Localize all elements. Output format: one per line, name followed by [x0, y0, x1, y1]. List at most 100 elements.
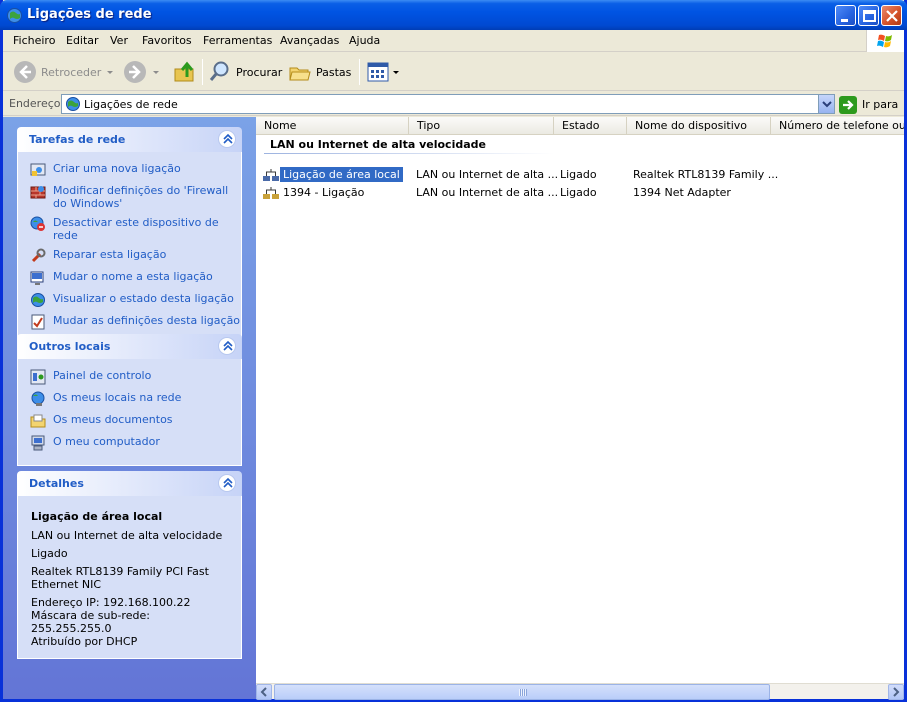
toolbar: Retroceder Procurar Pastas [3, 53, 904, 91]
place-label: O meu computador [53, 435, 160, 448]
network-tasks-header[interactable]: Tarefas de rede [17, 127, 242, 152]
network-connections-icon [7, 8, 22, 23]
close-icon [886, 10, 898, 22]
close-button[interactable] [881, 5, 902, 26]
task-firewall-settings[interactable]: Modificar definições do 'Firewall do Win… [18, 182, 241, 214]
row-name[interactable]: 1394 - Ligação [280, 186, 367, 199]
task-label: Criar uma nova ligação [53, 162, 181, 175]
new-connection-icon [30, 163, 46, 176]
horizontal-scrollbar[interactable] [256, 683, 904, 700]
task-label: Reparar esta ligação [53, 248, 167, 261]
firewall-icon [30, 186, 46, 199]
details-device-line1: Realtek RTL8139 Family PCI Fast [31, 565, 209, 578]
column-header-status[interactable]: Estado [554, 117, 627, 135]
address-label: Endereço [9, 97, 61, 110]
task-view-status[interactable]: Visualizar o estado desta ligação [18, 290, 241, 312]
menu-bar: Ficheiro Editar Ver Favoritos Ferramenta… [3, 30, 904, 52]
other-places-panel: Outros locais Painel de controlo Os meus… [17, 334, 242, 466]
address-input[interactable]: Ligações de rede [61, 94, 835, 114]
menu-help[interactable]: Ajuda [349, 34, 380, 47]
title-bar[interactable]: Ligações de rede [0, 0, 907, 30]
explorer-window: Ligações de rede Ficheiro Editar Ver Fav… [0, 0, 907, 702]
forward-button[interactable] [123, 58, 159, 86]
settings-icon [31, 314, 45, 330]
task-rename-connection[interactable]: Mudar o nome a esta ligação [18, 268, 241, 290]
task-label: Mudar as definições desta ligação [53, 314, 241, 327]
back-arrow-icon [14, 61, 36, 83]
row-device: 1394 Net Adapter [633, 186, 731, 199]
scroll-right-button[interactable] [888, 684, 904, 700]
minimize-icon [841, 19, 848, 22]
search-button[interactable]: Procurar [208, 58, 282, 86]
chevron-right-icon [893, 687, 900, 697]
row-status: Ligado [560, 168, 597, 181]
column-header-name[interactable]: Nome [256, 117, 409, 135]
folders-button[interactable]: Pastas [288, 58, 351, 86]
menu-edit[interactable]: Editar [66, 34, 99, 47]
row-type: LAN ou Internet de alta ... [416, 186, 559, 199]
table-row[interactable]: 1394 - Ligação LAN ou Internet de alta .… [256, 185, 904, 201]
place-label: Painel de controlo [53, 369, 152, 382]
group-divider [264, 153, 554, 154]
my-documents-icon [30, 414, 46, 428]
window-title: Ligações de rede [27, 7, 152, 22]
task-change-settings[interactable]: Mudar as definições desta ligação [18, 312, 241, 334]
other-places-header[interactable]: Outros locais [17, 334, 242, 359]
up-folder-button[interactable] [173, 58, 197, 86]
scroll-thumb[interactable] [274, 684, 770, 700]
rename-icon [30, 271, 44, 285]
menu-view[interactable]: Ver [110, 34, 128, 47]
folders-label: Pastas [316, 65, 352, 79]
group-header: LAN ou Internet de alta velocidade [270, 138, 486, 151]
disable-network-icon [30, 216, 45, 231]
task-repair-connection[interactable]: Reparar esta ligação [18, 246, 241, 268]
address-value: Ligações de rede [84, 98, 178, 111]
search-icon [209, 61, 229, 81]
maximize-button[interactable] [858, 5, 879, 26]
column-header-device[interactable]: Nome do dispositivo [627, 117, 771, 135]
go-button[interactable]: Ir para [839, 95, 904, 114]
column-header-phone[interactable]: Número de telefone ou ... [771, 117, 904, 135]
windows-flag-icon [877, 34, 892, 48]
menu-favorites[interactable]: Favoritos [142, 34, 192, 47]
row-status: Ligado [560, 186, 597, 199]
network-connections-icon [66, 97, 80, 111]
status-icon [31, 293, 45, 307]
menu-tools[interactable]: Ferramentas [203, 34, 272, 47]
network-tasks-panel: Tarefas de rede Criar uma nova ligação M… [17, 127, 242, 345]
table-row[interactable]: Ligação de área local LAN ou Internet de… [256, 166, 904, 183]
views-button[interactable] [366, 58, 399, 86]
task-create-connection[interactable]: Criar uma nova ligação [18, 160, 241, 182]
chevron-up-icon [223, 477, 233, 488]
task-label: Modificar definições do 'Firewall do Win… [53, 184, 229, 210]
minimize-button[interactable] [835, 5, 856, 26]
place-control-panel[interactable]: Painel de controlo [18, 367, 241, 389]
menu-file[interactable]: Ficheiro [13, 34, 55, 47]
collapse-button[interactable] [218, 130, 236, 148]
menu-advanced[interactable]: Avançadas [280, 34, 339, 47]
task-disable-device[interactable]: Desactivar este dispositivo de rede [18, 214, 241, 246]
back-button[interactable]: Retroceder [13, 58, 114, 86]
details-mask: Máscara de sub-rede: 255.255.255.0 [31, 609, 150, 635]
details-header[interactable]: Detalhes [17, 471, 242, 496]
row-type: LAN ou Internet de alta ... [416, 168, 559, 181]
row-device: Realtek RTL8139 Family ... [633, 168, 779, 181]
details-body: Ligação de área local LAN ou Internet de… [17, 496, 242, 659]
go-label: Ir para [862, 98, 899, 111]
place-my-documents[interactable]: Os meus documentos [18, 411, 241, 433]
lan-connection-icon [263, 187, 279, 199]
details-name: Ligação de área local [31, 510, 163, 523]
place-my-computer[interactable]: O meu computador [18, 433, 241, 455]
collapse-button[interactable] [218, 337, 236, 355]
details-ip: Endereço IP: 192.168.100.22 [31, 596, 191, 609]
collapse-button[interactable] [218, 474, 236, 492]
row-name[interactable]: Ligação de área local [279, 166, 404, 183]
column-header-type[interactable]: Tipo [409, 117, 554, 135]
place-network-places[interactable]: Os meus locais na rede [18, 389, 241, 411]
address-dropdown-button[interactable] [818, 95, 834, 113]
place-label: Os meus locais na rede [53, 391, 182, 404]
details-device-line2: Ethernet NIC [31, 578, 102, 591]
task-label: Visualizar o estado desta ligação [53, 292, 234, 305]
scroll-left-button[interactable] [256, 684, 272, 700]
lan-connection-icon [263, 169, 279, 181]
